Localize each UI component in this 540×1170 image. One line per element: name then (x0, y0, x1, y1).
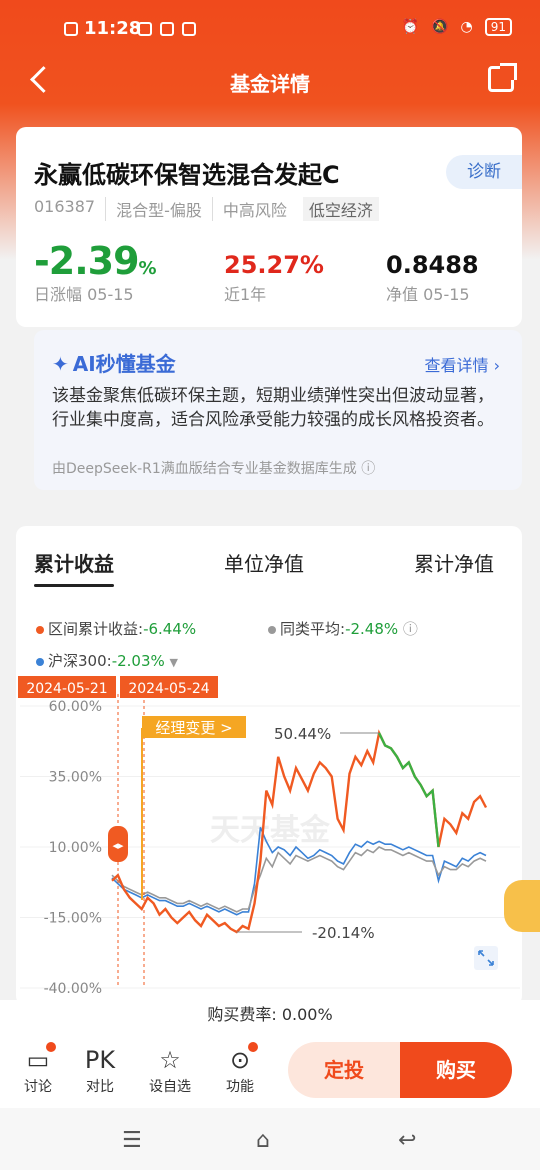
min-annotation: -20.14% (312, 924, 375, 942)
y-tick-label: 35.00% (49, 770, 102, 786)
y-tick-label: 60.00% (49, 699, 102, 715)
chart-watermark: 天天基金 (210, 813, 331, 848)
y-tick-label: -15.00% (44, 911, 102, 927)
discuss-button[interactable]: ▭ 讨论 (10, 1042, 66, 1096)
mascot-icon[interactable] (504, 880, 540, 932)
expand-icon[interactable] (474, 946, 498, 970)
functions-label: 功能 (226, 1079, 254, 1095)
compare-label: 对比 (86, 1079, 114, 1095)
chat-icon: ▭ (10, 1042, 66, 1076)
event-marker-label: 经理变更 > (155, 719, 232, 737)
y-tick-label: 10.00% (49, 840, 102, 856)
notification-badge (46, 1042, 56, 1052)
functions-button[interactable]: ⊙ 功能 (212, 1042, 268, 1096)
back-nav-icon[interactable]: ↩ (398, 1128, 416, 1153)
star-icon: ☆ (159, 1046, 181, 1074)
more-icon: ⊙ (212, 1042, 268, 1076)
purchase-fee: 购买费率: 0.00% (0, 1000, 540, 1036)
home-icon[interactable]: ⌂ (256, 1128, 270, 1153)
add-watchlist-button[interactable]: ☆ 设自选 (142, 1044, 198, 1096)
compare-button[interactable]: PK 对比 (72, 1044, 128, 1096)
return-chart[interactable]: 60.00% 35.00% 10.00% -15.00% -40.00% 天天基金 20… (0, 0, 540, 1000)
system-nav-bar: ☰ ⌂ ↩ (0, 1108, 540, 1170)
max-annotation: 50.44% (274, 725, 331, 743)
notification-badge (248, 1042, 258, 1052)
drag-handle-arrows: ◂▸ (112, 839, 124, 852)
bottom-action-bar: ▭ 讨论 PK 对比 ☆ 设自选 ⊙ 功能 定投 购买 (0, 1036, 540, 1108)
discuss-label: 讨论 (24, 1079, 52, 1095)
date-marker-label: 2024-05-24 (128, 681, 209, 697)
series-line-decline (378, 732, 440, 848)
watchlist-label: 设自选 (149, 1079, 191, 1095)
menu-icon[interactable]: ☰ (122, 1128, 142, 1153)
pk-icon: PK (84, 1046, 116, 1074)
date-marker-label: 2024-05-21 (26, 681, 107, 697)
y-tick-label: -40.00% (44, 981, 102, 997)
buy-button[interactable]: 购买 (400, 1042, 512, 1098)
auto-invest-button[interactable]: 定投 (288, 1042, 400, 1098)
